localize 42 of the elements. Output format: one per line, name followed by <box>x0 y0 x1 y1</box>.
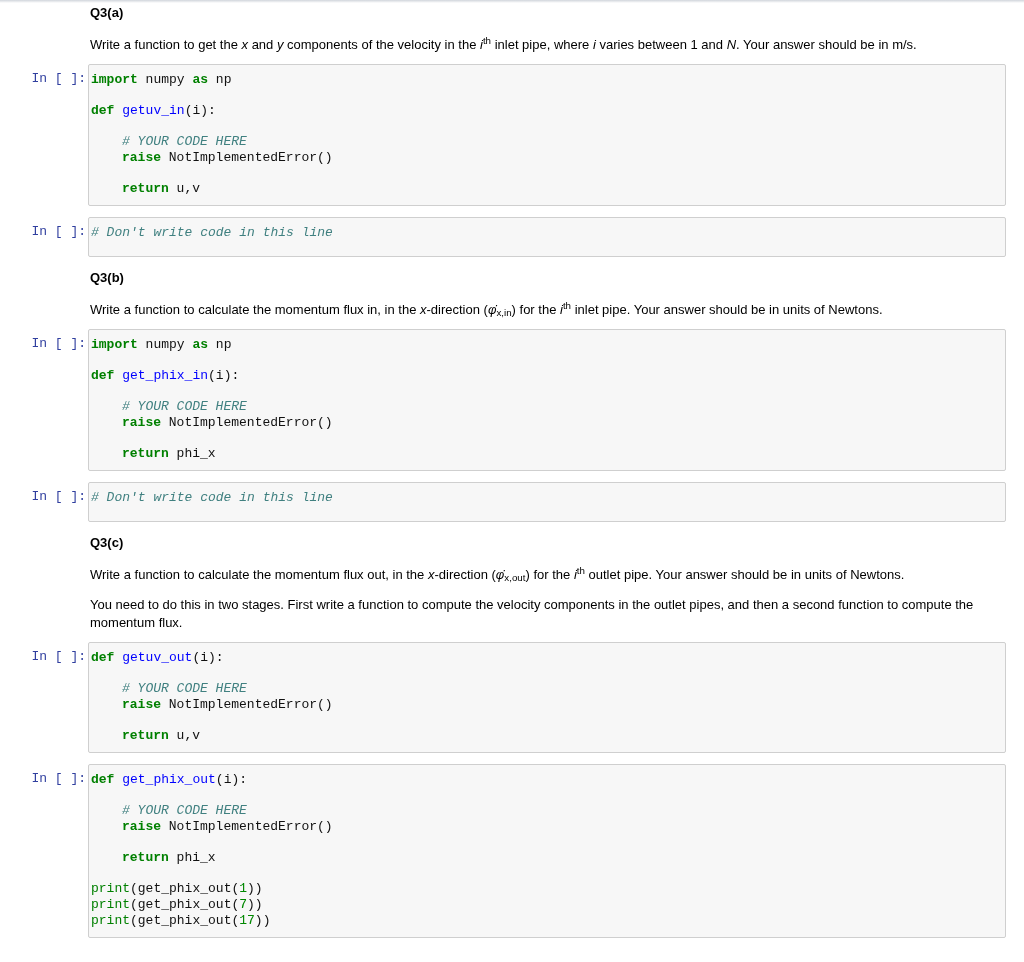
question-heading: Q3(b) <box>90 269 125 287</box>
question-heading: Q3(a) <box>90 4 125 22</box>
cell-prompt: In [ ]: <box>30 223 87 240</box>
code-line: # YOUR CODE HERE <box>121 134 247 150</box>
code-line: # Don't write code in this line <box>91 490 333 506</box>
code-line: # YOUR CODE HERE <box>121 681 247 697</box>
question-text: Write a function to get the x and y components of the velocity in the i$^{th}$ inlet pipe, where i varies between 1 and N. Your answer should be in m/s. <box>90 36 918 54</box>
code-cell[interactable]: def getuv_out(i): # YOUR CODE HERE raise NotImplementedError() return u,v <box>88 642 1006 753</box>
code-line: # Don't write code in this line <box>91 225 333 241</box>
code-line: # YOUR CODE HERE <box>121 399 247 415</box>
code-line: print(get_phix_out(17)) <box>91 913 271 929</box>
code-line: raise NotImplementedError() <box>121 697 333 713</box>
code-line: return u,v <box>121 728 201 744</box>
cell-prompt: In [ ]: <box>30 70 87 87</box>
code-cell[interactable]: def get_phix_out(i): # YOUR CODE HERE raise NotImplementedError() return phi_x print(get_phix_out(1)) print(get_phix_out(7)) print(get_phix_out(17)) <box>88 764 1006 938</box>
code-line: return u,v <box>121 181 201 197</box>
question-text: You need to do this in two stages. First write a function to compute the velocity components in the outlet pipes, and then a second function to compute the momentum flux. <box>90 596 975 632</box>
question-text: Write a function to calculate the momentum flux out, in the x-direction (φ̇$_{x,out}$) for the i$^{th}$ outlet pipe. Your answer should be in units of Newtons. <box>90 566 906 584</box>
code-line: return phi_x <box>121 850 216 866</box>
cell-prompt: In [ ]: <box>30 648 87 665</box>
code-cell[interactable]: import numpy as np def get_phix_in(i): # YOUR CODE HERE raise NotImplementedError() return phi_x <box>88 329 1006 471</box>
question-heading: Q3(c) <box>90 534 125 552</box>
code-line: def getuv_in(i): <box>91 103 216 119</box>
code-cell[interactable]: import numpy as np def getuv_in(i): # YOUR CODE HERE raise NotImplementedError() return u,v <box>88 64 1006 206</box>
code-line: raise NotImplementedError() <box>121 415 333 431</box>
code-line: raise NotImplementedError() <box>121 819 333 835</box>
code-line: import numpy as np <box>91 337 232 353</box>
code-cell[interactable]: # Don't write code in this line <box>88 482 1006 522</box>
code-line: raise NotImplementedError() <box>121 150 333 166</box>
question-text: Write a function to calculate the momentum flux in, in the x-direction (φ̇$_{x,in}$) for the i$^{th}$ inlet pipe. Your answer should be in units of Newtons. <box>90 301 884 319</box>
cell-prompt: In [ ]: <box>30 335 87 352</box>
code-cell[interactable]: # Don't write code in this line <box>88 217 1006 257</box>
code-line: return phi_x <box>121 446 216 462</box>
code-line: print(get_phix_out(1)) <box>91 881 263 897</box>
code-line: print(get_phix_out(7)) <box>91 897 263 913</box>
code-line: def get_phix_in(i): <box>91 368 240 384</box>
code-line: def getuv_out(i): <box>91 650 224 666</box>
code-line: def get_phix_out(i): <box>91 772 248 788</box>
cell-prompt: In [ ]: <box>30 488 87 505</box>
code-line: # YOUR CODE HERE <box>121 803 247 819</box>
cell-prompt: In [ ]: <box>30 770 87 787</box>
code-line: import numpy as np <box>91 72 232 88</box>
